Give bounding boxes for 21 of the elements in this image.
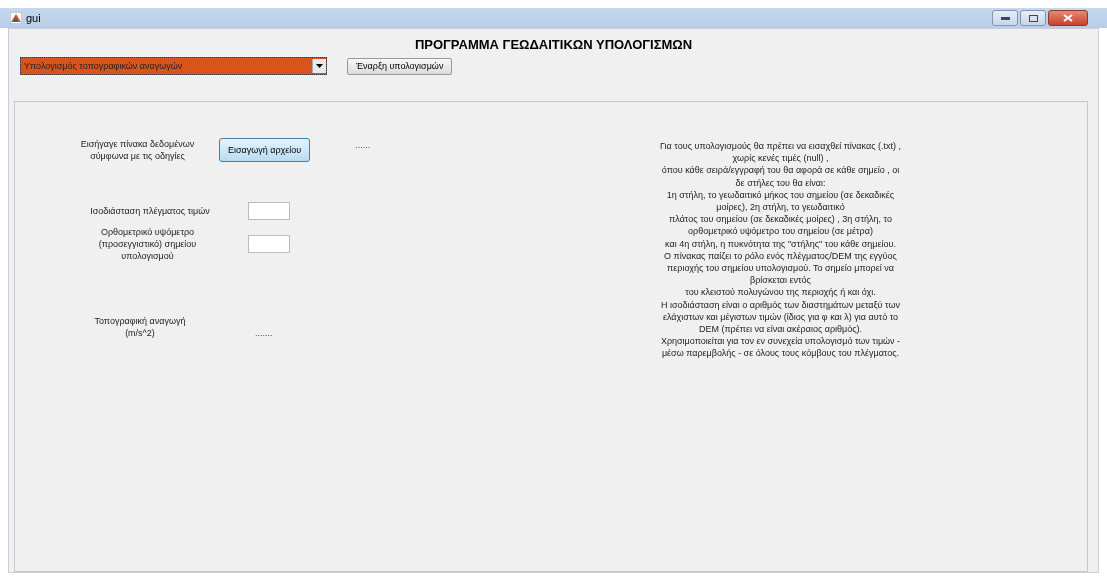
minimize-icon xyxy=(1000,16,1010,20)
minimize-button[interactable] xyxy=(992,10,1018,26)
app-icon xyxy=(10,12,22,24)
field-label: Ορθομετρικό υψόμετρο (προσεγγιστικό) σημείου υπολογισμού xyxy=(97,226,198,262)
start-button[interactable]: Έναρξη υπολογισμών xyxy=(347,57,453,75)
field-label: Ισοδιάσταση πλέγματος τιμών xyxy=(89,205,211,217)
instructions-text: Για τους υπολογισμούς θα πρέπει να εισαχθεί πίνακας (.txt) , χωρίς κενές τιμές (null) , όπου κάθε σειρά/εγγραφή του θα αφορά σε κάθε σημείο , οι δε στήλες του θα είναι: 1η στήλη, το γεωδαιτικό μήκος του σημείου (σε δεκαδικές μοίρες), 2η στήλη, το γεωδαιτικό πλάτος του σημείου (σε δεκαδικές μοίρες) , 3η στήλη, το ορθομετρικό υψόμετρο του σημείου (σε μέτρα) και 4η στήλη, η πυκνότητα της "στήλης" του κάθε σημείου. Ο πίνακας παίζει το ρόλο ενός πλέγματος/DEM της εγγύος περιοχής του σημείου υπολογισμού. Το σημείο μπορεί να βρίσκεται εντός του κλειστού πολυγώνου της περιοχής ή και όχι. Η ισοδιάσταση είναι ο αριθμός των διαστημάτων μεταξύ των ελάχιστων και μέγιστων τιμών (ίδιος για φ και λ) για αυτό το DEM (πρέπει να είναι ακέραιος αριθμός). Χρησιμοποιείται για τον εν συνεχεία υπολογισμό των τιμών - μέσω παρεμβολής - σε όλους τους κόμβους του πλέγματος. xyxy=(660,140,901,361)
import-label: Εισήγαγε πίνακα δεδομένων σύμφωνα με τις οδηγίες xyxy=(79,138,196,162)
input-field[interactable] xyxy=(248,235,290,253)
close-icon xyxy=(1063,14,1073,22)
result-value: ....... xyxy=(255,328,273,338)
input-field[interactable] xyxy=(248,202,290,220)
import-status: ...... xyxy=(355,140,371,150)
calculation-dropdown[interactable]: Υπολογισμός τοπογραφικών αναγωγών xyxy=(20,57,327,75)
maximize-icon xyxy=(1028,14,1038,22)
close-button[interactable] xyxy=(1048,10,1088,26)
window-title: gui xyxy=(26,12,41,24)
result-label: Τοπογραφική αναγωγή (m/s^2) xyxy=(93,315,187,339)
page-heading: ΠΡΟΓΡΑΜΜΑ ΓΕΩΔΑΙΤΙΚΩΝ ΥΠΟΛΟΓΙΣΜΩΝ xyxy=(413,37,694,52)
import-file-button[interactable]: Εισαγωγή αρχείου xyxy=(219,138,311,162)
maximize-button[interactable] xyxy=(1020,10,1046,26)
